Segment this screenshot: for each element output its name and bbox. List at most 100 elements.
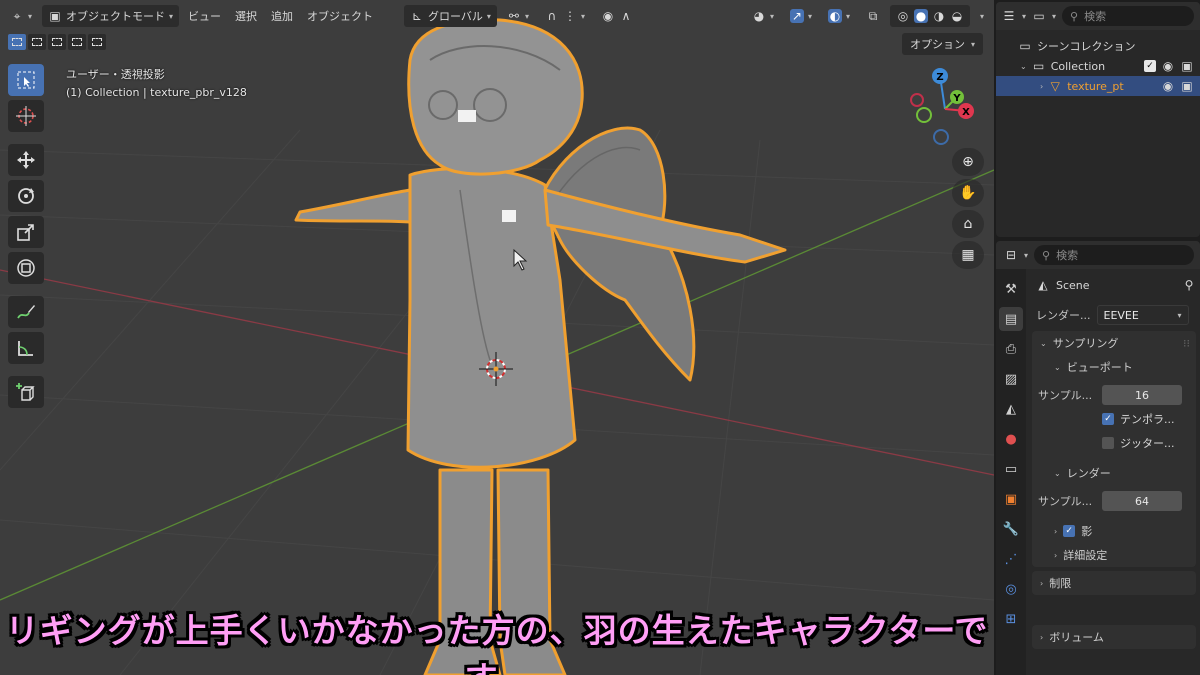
tab-particles[interactable]: ⋰ — [999, 547, 1023, 571]
outliner-search-input[interactable]: ⚲ 検索 — [1062, 6, 1194, 26]
proportional-edit-toggle[interactable]: ◉ ∧ — [595, 5, 639, 27]
menu-view[interactable]: ビュー — [183, 5, 226, 27]
eye-icon[interactable]: ◉ — [1161, 79, 1175, 93]
panel-spacer — [1032, 595, 1196, 621]
jitter-checkbox[interactable] — [1102, 437, 1114, 449]
shading-options[interactable]: ▾ — [974, 5, 990, 27]
rendered-shading-icon[interactable]: ◒ — [950, 9, 964, 23]
character-mesh[interactable] — [294, 18, 787, 675]
tab-physics[interactable]: ◎ — [999, 577, 1023, 601]
viewport-subpanel-header[interactable]: ⌄ ビューポート — [1032, 355, 1196, 379]
overlay-toggle[interactable]: ◐ ▾ — [822, 5, 856, 27]
collection-exclude-checkbox[interactable]: ✓ — [1144, 60, 1156, 72]
select-box-tool[interactable] — [8, 64, 44, 96]
display-mode-icon[interactable]: ▭ — [1032, 9, 1046, 23]
tab-render[interactable]: ▤ — [999, 307, 1023, 331]
properties-search-input[interactable]: ⚲ 検索 — [1034, 245, 1194, 265]
shading-modes[interactable]: ◎ ● ◑ ◒ — [889, 5, 970, 27]
camera-icon[interactable]: ▣ — [1180, 59, 1194, 73]
shadows-checkbox[interactable]: ✓ — [1063, 525, 1076, 537]
snap-toggle[interactable]: ∩ ⋮ ▾ — [539, 5, 591, 27]
select-subtract-button[interactable] — [48, 34, 66, 50]
limits-panel[interactable]: › 制限 — [1032, 571, 1196, 595]
transform-tool[interactable] — [8, 252, 44, 284]
camera-view-button[interactable]: ⌂ — [952, 210, 984, 238]
tab-world[interactable]: ● — [999, 427, 1023, 451]
properties-editor-icon[interactable]: ⊟ — [1004, 248, 1018, 262]
face-highlight — [458, 110, 476, 122]
pivot-dropdown[interactable]: ⚯ ▾ — [501, 5, 535, 27]
tab-collection[interactable]: ▭ — [999, 457, 1023, 481]
tab-output[interactable]: ⎙ — [999, 337, 1023, 361]
tab-scene[interactable]: ◭ — [999, 397, 1023, 421]
advanced-subpanel-header[interactable]: › 詳細設定 — [1032, 543, 1196, 567]
navigation-gizmo[interactable]: Z Y X — [900, 64, 990, 154]
viewport-label: ビューポート — [1066, 361, 1133, 374]
sampling-panel: ⌄ サンプリング ⁝⁝ ⌄ ビューポート サンプル... 16 ✓ テンポラ..… — [1032, 331, 1196, 567]
shadows-subpanel-header[interactable]: › ✓ 影 — [1032, 519, 1196, 543]
outliner-row-collection[interactable]: ⌄ ▭ Collection ✓ ◉ ▣ — [996, 56, 1200, 76]
render-engine-dropdown[interactable]: EEVEE ▾ — [1096, 305, 1189, 325]
zoom-button[interactable]: ⊕ — [952, 148, 984, 176]
physics-icon: ◎ — [1005, 581, 1017, 597]
solid-shading-icon[interactable]: ● — [913, 9, 928, 23]
menu-select[interactable]: 選択 — [230, 5, 262, 27]
proportional-icon: ◉ — [602, 9, 614, 23]
add-cube-tool[interactable] — [8, 376, 44, 408]
eye-icon[interactable]: ◉ — [1161, 59, 1175, 73]
select-extend-button[interactable] — [28, 34, 46, 50]
xray-toggle[interactable]: ⧉ — [860, 5, 886, 27]
select-intersect-button[interactable] — [88, 34, 106, 50]
tab-tool[interactable]: ⚒ — [999, 277, 1023, 301]
menu-object[interactable]: オブジェクト — [302, 5, 378, 27]
orientation-dropdown[interactable]: ⊾ グローバル ▾ — [404, 5, 497, 27]
select-invert-button[interactable] — [68, 34, 86, 50]
mode-dropdown[interactable]: ▣ オブジェクトモード ▾ — [42, 5, 180, 27]
gizmo-toggle[interactable]: ↗ ▾ — [784, 5, 818, 27]
annotate-tool[interactable] — [8, 296, 44, 328]
volumes-panel-header[interactable]: › ボリューム — [1032, 625, 1196, 649]
wrench-icon: 🔧 — [1002, 521, 1020, 537]
camera-icon[interactable]: ▣ — [1180, 79, 1194, 93]
neg-y-axis-handle[interactable] — [916, 107, 932, 123]
temporal-checkbox[interactable]: ✓ — [1102, 413, 1114, 425]
editor-type-button[interactable]: ⌖ ▾ — [4, 5, 38, 27]
volumes-panel[interactable]: › ボリューム — [1032, 625, 1196, 649]
outliner-row-scene-collection[interactable]: ▭ シーンコレクション — [996, 36, 1200, 56]
viewport-samples-field[interactable]: 16 — [1102, 385, 1182, 405]
rotate-tool[interactable] — [8, 180, 44, 212]
options-dropdown[interactable]: オプション ▾ — [902, 33, 984, 55]
right-panels: ☰ ▾ ▭ ▾ ⚲ 検索 ▭ シーンコレクション ⌄ ▭ Collection ✓ … — [994, 0, 1200, 675]
tab-modifiers[interactable]: 🔧 — [999, 517, 1023, 541]
tab-view-layer[interactable]: ▨ — [999, 367, 1023, 391]
material-shading-icon[interactable]: ◑ — [932, 9, 946, 23]
3d-viewport[interactable]: ⌖ ▾ ▣ オブジェクトモード ▾ ビュー 選択 追加 オブジェクト ⊾ グローバ… — [0, 0, 994, 675]
tab-constraints[interactable]: ⊞ — [999, 607, 1023, 631]
neg-z-axis-handle[interactable] — [933, 129, 949, 145]
pin-icon[interactable]: ⚲ — [1182, 278, 1196, 292]
wireframe-shading-icon[interactable]: ◎ — [896, 9, 910, 23]
perspective-toggle-button[interactable]: ▦ — [952, 241, 984, 269]
properties-body: ◭ Scene ⚲ レンダー... EEVEE ▾ ⌄ サンプリング ⁝⁝ ⌄ — [1028, 269, 1200, 675]
limits-panel-header[interactable]: › 制限 — [1032, 571, 1196, 595]
select-new-button[interactable] — [8, 34, 26, 50]
tab-object[interactable]: ▣ — [999, 487, 1023, 511]
move-tool[interactable] — [8, 144, 44, 176]
outliner-row-object[interactable]: › ▽ texture_pt ◉ ▣ — [996, 76, 1200, 96]
chevron-down-icon: ▾ — [28, 11, 33, 21]
menu-add[interactable]: 追加 — [266, 5, 298, 27]
neg-x-axis-handle[interactable] — [910, 93, 924, 107]
chevron-down-icon: ▾ — [580, 11, 585, 21]
scale-tool[interactable] — [8, 216, 44, 248]
render-samples-field[interactable]: 64 — [1102, 491, 1182, 511]
cursor-tool[interactable] — [8, 100, 44, 132]
drag-handle-icon[interactable]: ⁝⁝ — [1183, 337, 1196, 350]
visibility-dropdown[interactable]: ◕ ▾ — [746, 5, 780, 27]
render-subpanel-header[interactable]: ⌄ レンダー — [1032, 461, 1196, 485]
chevron-down-icon[interactable]: ⌄ — [1020, 62, 1027, 71]
sampling-panel-header[interactable]: ⌄ サンプリング ⁝⁝ — [1032, 331, 1196, 355]
pan-button[interactable]: ✋ — [952, 179, 984, 207]
chevron-right-icon[interactable]: › — [1040, 82, 1043, 91]
measure-tool[interactable] — [8, 332, 44, 364]
outliner-editor-icon[interactable]: ☰ — [1002, 9, 1016, 23]
